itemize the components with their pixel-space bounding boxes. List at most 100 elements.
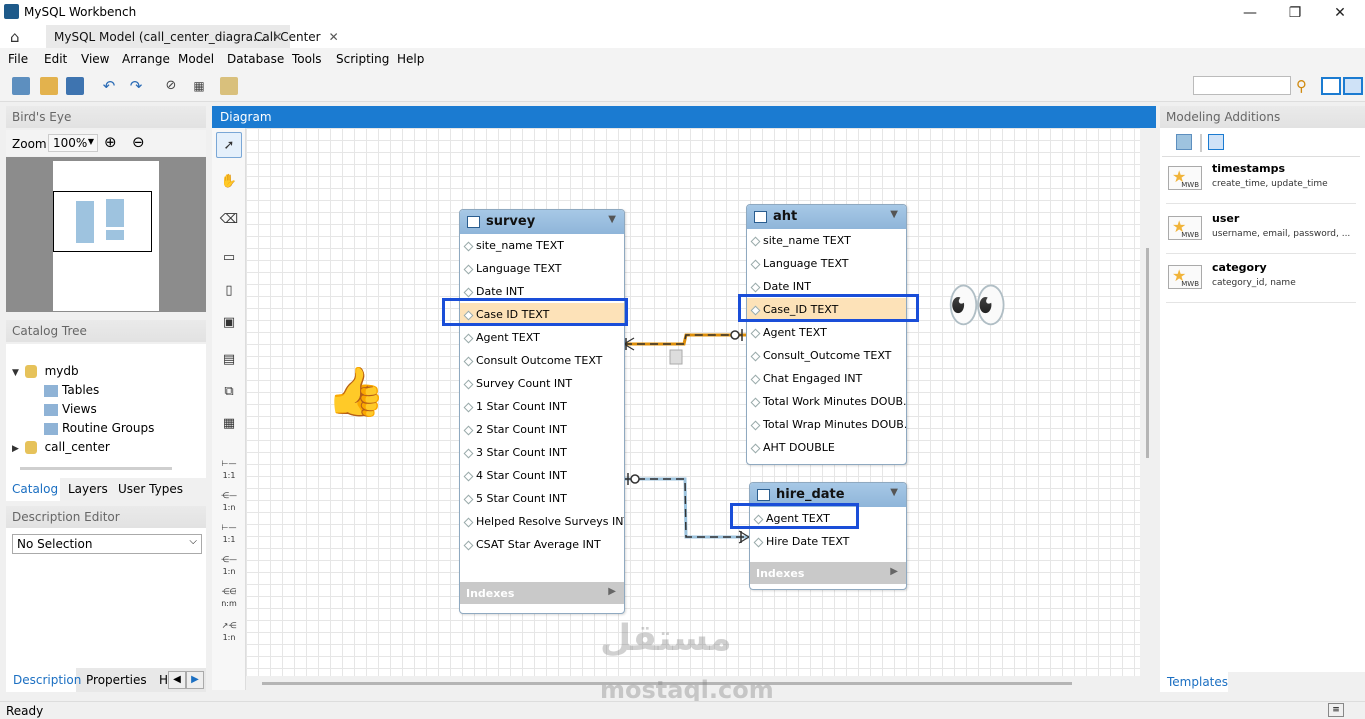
preview-viewport[interactable] [53,191,152,252]
tab-call-center[interactable]: Call Center ✕ [246,25,347,48]
vertical-scrollbar[interactable] [1140,128,1156,676]
column-row[interactable]: Hire Date TEXT [750,530,906,553]
tab-catalog[interactable]: Catalog [6,478,60,501]
tree-hscrollbar[interactable] [20,467,172,470]
menu-file[interactable]: File [8,52,28,66]
tree-node-routine-groups[interactable]: Routine Groups [44,421,154,435]
relationship-existing-columns-tool[interactable]: ↗⋲ 1:n [216,620,242,646]
tab-templates[interactable]: Templates [1160,672,1228,692]
image-tool-icon[interactable]: ▣ [216,310,242,336]
view-tool-icon[interactable]: ⧉ [216,379,242,405]
zoom-out-icon[interactable]: ⊖ [132,133,145,151]
tree-node-views[interactable]: Views [44,402,97,416]
table-survey-indexes[interactable]: Indexes ▶ [460,582,624,604]
column-row[interactable]: Survey Count INT [460,372,624,395]
redo-icon[interactable]: ↷ [127,77,145,95]
table-aht[interactable]: aht ▼ site_name TEXT Language TEXT Date … [746,204,907,465]
table-aht-header[interactable]: aht ▼ [747,205,906,229]
birds-eye-preview[interactable] [6,157,206,312]
relationship-n-m-tool[interactable]: ⋲⋳ n:m [216,586,242,612]
vertical-scroll-thumb[interactable] [1146,248,1149,458]
collapse-icon[interactable]: ▼ [890,487,898,498]
column-row[interactable]: AHT DOUBLE [747,436,906,459]
tab-layers[interactable]: Layers [68,482,108,496]
template-item-timestamps[interactable]: MWB timestamps create_time, update_time [1166,158,1356,204]
tab-call-center-close-icon[interactable]: ✕ [329,30,339,44]
table-survey[interactable]: survey ▼ site_name TEXT Language TEXT Da… [459,209,625,614]
column-row[interactable]: 4 Star Count INT [460,464,624,487]
expand-arrow-icon[interactable]: ▶ [608,586,616,597]
column-row[interactable]: Agent TEXT [460,326,624,349]
column-row[interactable]: Consult_Outcome TEXT [747,344,906,367]
column-row[interactable]: Language TEXT [747,252,906,275]
zoom-select[interactable]: 100% ▼ [48,134,98,152]
table-hire-date[interactable]: hire_date ▼ Agent TEXT Hire Date TEXT In… [749,482,907,590]
table-survey-header[interactable]: survey ▼ [460,210,624,234]
column-row[interactable]: Agent TEXT [747,321,906,344]
column-row[interactable]: site_name TEXT [747,229,906,252]
toggle-sidebar-icon[interactable] [1321,77,1341,95]
search-icon[interactable]: ⚲ [1296,77,1307,95]
tab-properties[interactable]: Properties [86,673,147,687]
toggle-secondary-sidebar-icon[interactable] [1343,77,1363,95]
relationship-1-n-identifying-tool[interactable]: ⋲— 1:n [216,554,242,580]
home-icon[interactable]: ⌂ [10,28,32,46]
tree-node-call-center[interactable]: ▶ call_center [12,440,110,454]
menu-tools[interactable]: Tools [292,52,322,66]
collapse-icon[interactable]: ▼ [608,214,616,225]
selection-dropdown[interactable]: No Selection ⌵ [12,534,202,554]
eraser-tool-icon[interactable]: ⌫ [216,207,242,233]
column-row[interactable]: site_name TEXT [460,234,624,257]
align-grid-icon[interactable]: ▦ [190,77,208,95]
relationship-1-1-tool[interactable]: ⊢— 1:1 [216,458,242,484]
menu-view[interactable]: View [81,52,109,66]
relationship-survey-aht[interactable] [623,329,746,351]
close-button[interactable]: ✕ [1320,2,1360,24]
menu-scripting[interactable]: Scripting [336,52,389,66]
table-tool-icon[interactable]: ▤ [216,347,242,373]
relationship-handle[interactable] [669,349,683,365]
new-model-icon[interactable] [12,77,30,95]
open-model-icon[interactable] [40,77,58,95]
add-template-icon[interactable] [1176,134,1192,150]
zoom-in-icon[interactable]: ⊕ [104,133,117,151]
column-row[interactable]: 5 Star Count INT [460,487,624,510]
menu-help[interactable]: Help [397,52,424,66]
diagram-canvas[interactable]: survey ▼ site_name TEXT Language TEXT Da… [246,128,1140,676]
column-row[interactable]: 2 Star Count INT [460,418,624,441]
tab-user-types[interactable]: User Types [118,482,183,496]
output-panel-icon[interactable]: ≡ [1328,703,1344,717]
column-row[interactable]: Chat Engaged INT [747,367,906,390]
pointer-tool-icon[interactable]: ➚ [216,132,242,158]
scroll-right-icon[interactable]: ▶ [186,671,204,689]
save-model-icon[interactable] [66,77,84,95]
template-grid-icon[interactable] [1208,134,1224,150]
expand-icon[interactable]: ▼ [12,368,19,378]
expand-arrow-icon[interactable]: ▶ [890,566,898,577]
toggle-grid-icon[interactable]: ⊘ [162,77,180,95]
scroll-left-icon[interactable]: ◀ [168,671,186,689]
menu-edit[interactable]: Edit [44,52,67,66]
column-row[interactable]: 3 Star Count INT [460,441,624,464]
collapse-icon[interactable]: ▼ [890,209,898,220]
expand-icon[interactable]: ▶ [12,444,19,454]
menu-arrange[interactable]: Arrange [122,52,170,66]
menu-database[interactable]: Database [227,52,284,66]
minimize-button[interactable]: — [1230,2,1270,24]
hand-tool-icon[interactable]: ✋ [216,169,242,195]
note-tool-icon[interactable]: ▯ [216,278,242,304]
column-row[interactable]: Total Wrap Minutes DOUB... [747,413,906,436]
new-diagram-icon[interactable] [220,77,238,95]
undo-icon[interactable]: ↶ [100,77,118,95]
menu-model[interactable]: Model [178,52,214,66]
tab-description[interactable]: Description [6,668,81,692]
table-hire-date-indexes[interactable]: Indexes ▶ [750,562,906,584]
template-item-category[interactable]: MWB category category_id, name [1166,257,1356,303]
layer-tool-icon[interactable]: ▭ [216,245,242,271]
routine-group-tool-icon[interactable]: ▦ [216,411,242,437]
column-row[interactable]: Language TEXT [460,257,624,280]
template-item-user[interactable]: MWB user username, email, password, ... [1166,208,1356,254]
column-row[interactable]: Total Work Minutes DOUB... [747,390,906,413]
relationship-1-n-tool[interactable]: ⋲— 1:n [216,490,242,516]
maximize-button[interactable]: ❐ [1275,2,1315,24]
